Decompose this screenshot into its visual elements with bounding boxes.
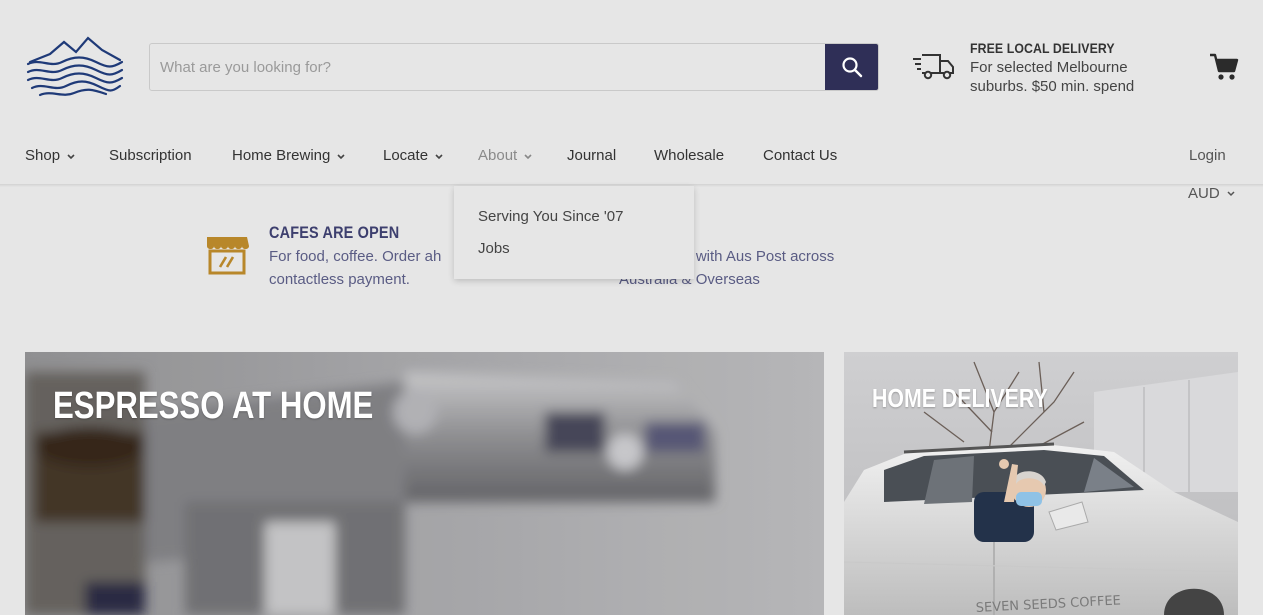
nav-item-locate[interactable]: Locate <box>383 147 444 164</box>
nav-label: About <box>478 147 518 164</box>
about-dropdown-menu: Serving You Since '07 Jobs <box>454 186 694 279</box>
delivery-promo: FREE LOCAL DELIVERY For selected Melbour… <box>912 40 1152 100</box>
nav-label: Contact Us <box>763 147 838 164</box>
nav-label: Shop <box>25 147 61 164</box>
nav-label: Journal <box>567 147 617 164</box>
nav-label: Subscription <box>109 147 192 164</box>
nav-label: Wholesale <box>654 147 725 164</box>
search-icon <box>841 57 862 78</box>
search-bar <box>149 43 879 91</box>
delivery-truck-icon <box>913 54 954 80</box>
page: FREE LOCAL DELIVERY For selected Melbour… <box>0 0 1263 615</box>
login-link[interactable]: Login <box>1189 147 1226 164</box>
espresso-tile-title: ESPRESSO AT HOME <box>53 385 374 427</box>
delivery-tile-title: HOME DELIVERY <box>872 383 1048 413</box>
cart-icon[interactable] <box>1209 52 1239 82</box>
home-delivery-banner[interactable]: SEVEN SEEDS COFFEE HOME DELIVERY <box>844 352 1238 615</box>
dropdown-item-jobs[interactable]: Jobs <box>478 240 510 257</box>
currency-selector[interactable]: AUD <box>1188 185 1236 202</box>
main-nav: Shop Subscription Home Brewing Locate Ab… <box>0 130 1263 185</box>
espresso-at-home-banner[interactable]: ESPRESSO AT HOME <box>25 352 824 615</box>
nav-item-shop[interactable]: Shop <box>25 147 76 164</box>
currency-label: AUD <box>1188 185 1220 202</box>
dropdown-item-serving-since[interactable]: Serving You Since '07 <box>478 208 623 225</box>
cafes-open-title: CAFES ARE OPEN <box>269 223 400 242</box>
search-button[interactable] <box>825 44 878 90</box>
chevron-down-icon <box>524 153 532 159</box>
nav-item-journal[interactable]: Journal <box>567 147 616 164</box>
nav-item-contact-us[interactable]: Contact Us <box>763 147 837 164</box>
nav-label: Home Brewing <box>232 147 331 164</box>
nav-item-home-brewing[interactable]: Home Brewing <box>232 147 346 164</box>
chevron-down-icon <box>1227 190 1235 196</box>
chevron-down-icon <box>67 153 75 159</box>
chevron-down-icon <box>435 153 443 159</box>
storefront-icon <box>207 237 249 275</box>
search-input[interactable] <box>150 44 826 90</box>
nav-item-about[interactable]: About <box>478 147 533 164</box>
chevron-down-icon <box>337 153 345 159</box>
promo-title: FREE LOCAL DELIVERY <box>970 40 1115 56</box>
nav-item-wholesale[interactable]: Wholesale <box>654 147 724 164</box>
nav-item-subscription[interactable]: Subscription <box>109 147 192 164</box>
mountain-waves-logo[interactable] <box>26 34 124 100</box>
promo-text: For selected Melbourne suburbs. $50 min.… <box>970 59 1135 95</box>
nav-label: Locate <box>383 147 429 164</box>
